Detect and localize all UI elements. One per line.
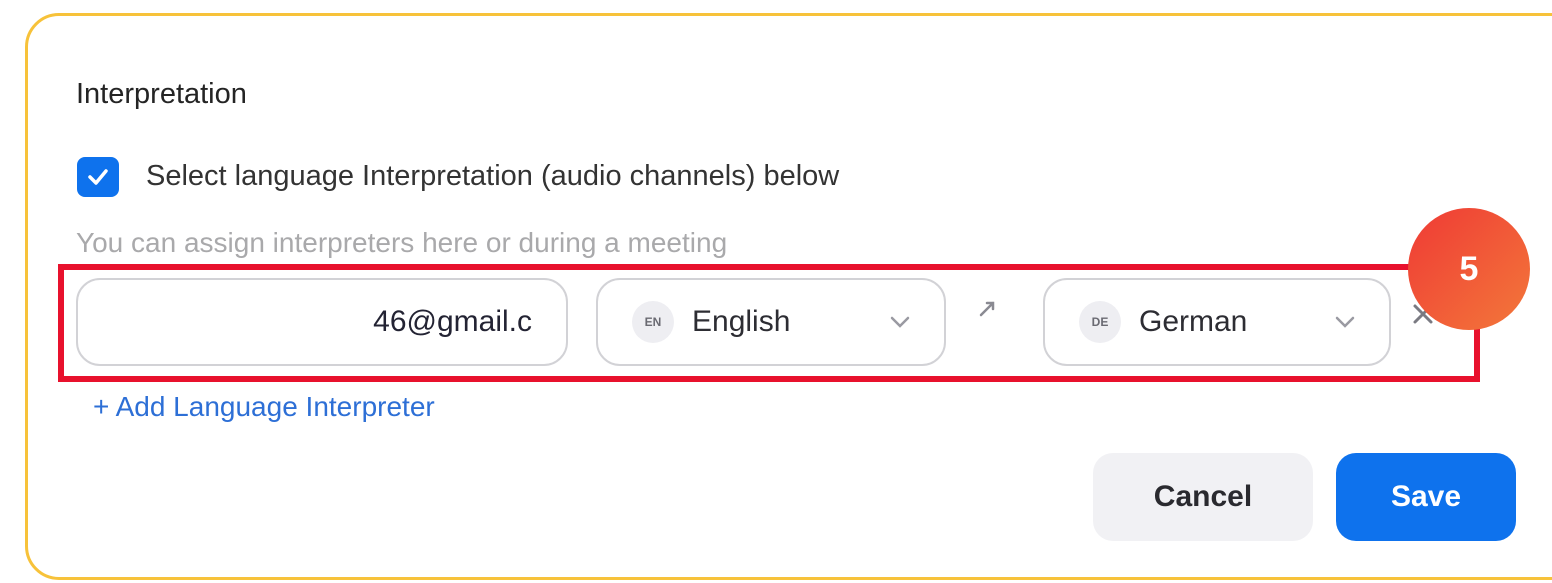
interpreter-email-field[interactable]: [76, 278, 568, 366]
add-language-interpreter-link[interactable]: + Add Language Interpreter: [93, 391, 435, 423]
swap-arrows-icon[interactable]: [978, 300, 996, 323]
chevron-down-icon: [1335, 316, 1355, 328]
section-title: Interpretation: [76, 78, 247, 110]
source-language-code: EN: [632, 301, 674, 343]
cancel-button[interactable]: Cancel: [1093, 453, 1313, 541]
source-language-select[interactable]: EN English: [596, 278, 946, 366]
interpretation-checkbox[interactable]: [77, 157, 119, 197]
target-language-select[interactable]: DE German: [1043, 278, 1391, 366]
source-language-name: English: [692, 305, 791, 338]
chevron-down-icon: [890, 316, 910, 328]
hint-text: You can assign interpreters here or duri…: [76, 227, 728, 258]
step-number-badge: 5: [1408, 208, 1530, 330]
checkbox-label: Select language Interpretation (audio ch…: [146, 160, 840, 192]
target-language-code: DE: [1079, 301, 1121, 343]
target-language-name: German: [1139, 305, 1248, 338]
check-icon: [88, 169, 108, 185]
save-button[interactable]: Save: [1336, 453, 1516, 541]
